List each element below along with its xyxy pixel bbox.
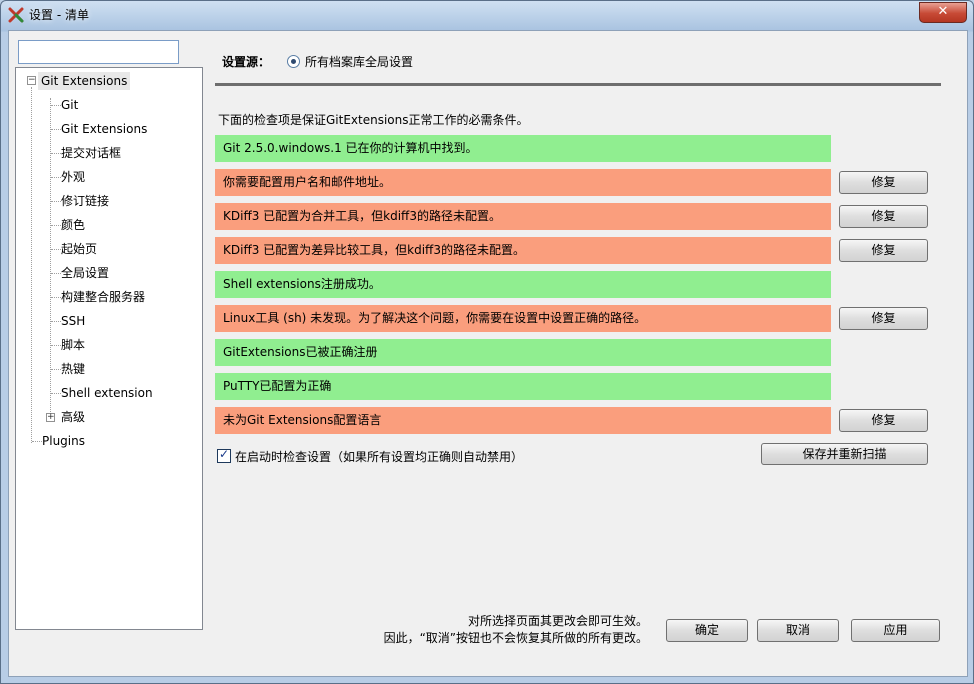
check-language: 未为Git Extensions配置语言 — [215, 407, 831, 434]
check-registered: GitExtensions已被正确注册 — [215, 339, 831, 366]
checkmark-icon: ✓ — [219, 447, 230, 461]
title-bar[interactable]: 设置 - 清单 ✕ — [1, 1, 973, 29]
tree-connector — [51, 249, 61, 250]
settings-source-label: 设置源： — [222, 55, 271, 69]
tree-connector — [51, 345, 61, 346]
tree-item-scripts[interactable]: 脚本 — [61, 336, 85, 354]
tree-item-git-extensions[interactable]: Git Extensions — [38, 72, 131, 90]
checklist-intro: 下面的检查项是保证GitExtensions正常工作的必需条件。 — [218, 113, 529, 127]
check-user-email: 你需要配置用户名和邮件地址。 — [215, 169, 831, 196]
settings-tree[interactable]: − Git Extensions Git Git Extensions 提交对话… — [15, 67, 203, 630]
tree-item-start-page[interactable]: 起始页 — [61, 240, 97, 258]
fix-language-button[interactable]: 修复 — [839, 409, 928, 432]
tree-connector — [32, 441, 42, 442]
tree-item-ssh[interactable]: SSH — [61, 312, 85, 330]
tree-item-appearance[interactable]: 外观 — [61, 168, 85, 186]
tree-connector — [50, 98, 51, 414]
tree-connector — [51, 177, 61, 178]
tree-connector — [51, 321, 61, 322]
tree-connector — [51, 297, 61, 298]
tree-connector — [51, 153, 61, 154]
fix-linux-tools-button[interactable]: 修复 — [839, 307, 928, 330]
check-kdiff3-diff: KDiff3 已配置为差异比较工具，但kdiff3的路径未配置。 — [215, 237, 831, 264]
tree-item-git-extensions-sub[interactable]: Git Extensions — [61, 120, 147, 138]
tree-connector — [51, 225, 61, 226]
fix-user-email-button[interactable]: 修复 — [839, 171, 928, 194]
check-shell-extensions: Shell extensions注册成功。 — [215, 271, 831, 298]
tree-item-revision-links[interactable]: 修订链接 — [61, 192, 109, 210]
tree-connector — [31, 87, 32, 443]
tree-item-global-settings[interactable]: 全局设置 — [61, 264, 109, 282]
tree-item-plugins[interactable]: Plugins — [42, 432, 85, 450]
check-git-found: Git 2.5.0.windows.1 已在你的计算机中找到。 — [215, 135, 831, 162]
tree-item-commit-dialog[interactable]: 提交对话框 — [61, 144, 121, 162]
tree-item-build-server[interactable]: 构建整合服务器 — [61, 288, 145, 306]
check-on-startup-label[interactable]: 在启动时检查设置（如果所有设置均正确则自动禁用） — [235, 448, 523, 465]
tree-item-hotkeys[interactable]: 热键 — [61, 360, 85, 378]
tree-item-colors[interactable]: 颜色 — [61, 216, 85, 234]
tree-connector — [51, 129, 61, 130]
tree-connector — [51, 393, 61, 394]
settings-window: 设置 - 清单 ✕ − Git Extensions Git Git Exten… — [0, 0, 974, 684]
fix-kdiff3-diff-button[interactable]: 修复 — [839, 239, 928, 262]
git-extensions-logo-icon — [8, 7, 24, 23]
save-and-rescan-button[interactable]: 保存并重新扫描 — [761, 443, 928, 465]
ok-button[interactable]: 确定 — [666, 619, 748, 642]
tree-connector — [51, 201, 61, 202]
cancel-button[interactable]: 取消 — [757, 619, 839, 642]
tree-connector — [51, 105, 61, 106]
footer-note-line1: 对所选择页面其更改会即可生效。 — [467, 614, 648, 628]
check-kdiff3-merge: KDiff3 已配置为合并工具，但kdiff3的路径未配置。 — [215, 203, 831, 230]
collapse-icon[interactable]: − — [27, 76, 36, 85]
expand-icon[interactable]: + — [46, 413, 55, 422]
tree-connector — [51, 273, 61, 274]
check-putty: PuTTY已配置为正确 — [215, 373, 831, 400]
dialog-body: − Git Extensions Git Git Extensions 提交对话… — [8, 30, 968, 677]
apply-button[interactable]: 应用 — [851, 619, 940, 642]
fix-kdiff3-merge-button[interactable]: 修复 — [839, 205, 928, 228]
footer-note-line2: 因此，“取消”按钮也不会恢复其所做的所有更改。 — [383, 631, 648, 645]
header-separator — [215, 83, 941, 86]
check-linux-tools: Linux工具 (sh) 未发现。为了解决这个问题，你需要在设置中设置正确的路径… — [215, 305, 831, 332]
tree-item-git[interactable]: Git — [61, 96, 78, 114]
global-settings-radio[interactable] — [287, 55, 300, 68]
close-button[interactable]: ✕ — [919, 2, 967, 23]
window-title: 设置 - 清单 — [29, 8, 89, 22]
search-input[interactable] — [18, 40, 179, 64]
global-settings-radio-label[interactable]: 所有档案库全局设置 — [305, 53, 413, 70]
check-on-startup-checkbox[interactable]: ✓ — [217, 447, 231, 463]
tree-item-advanced[interactable]: 高级 — [61, 408, 85, 426]
tree-connector — [51, 369, 61, 370]
tree-item-shell-extension[interactable]: Shell extension — [61, 384, 153, 402]
